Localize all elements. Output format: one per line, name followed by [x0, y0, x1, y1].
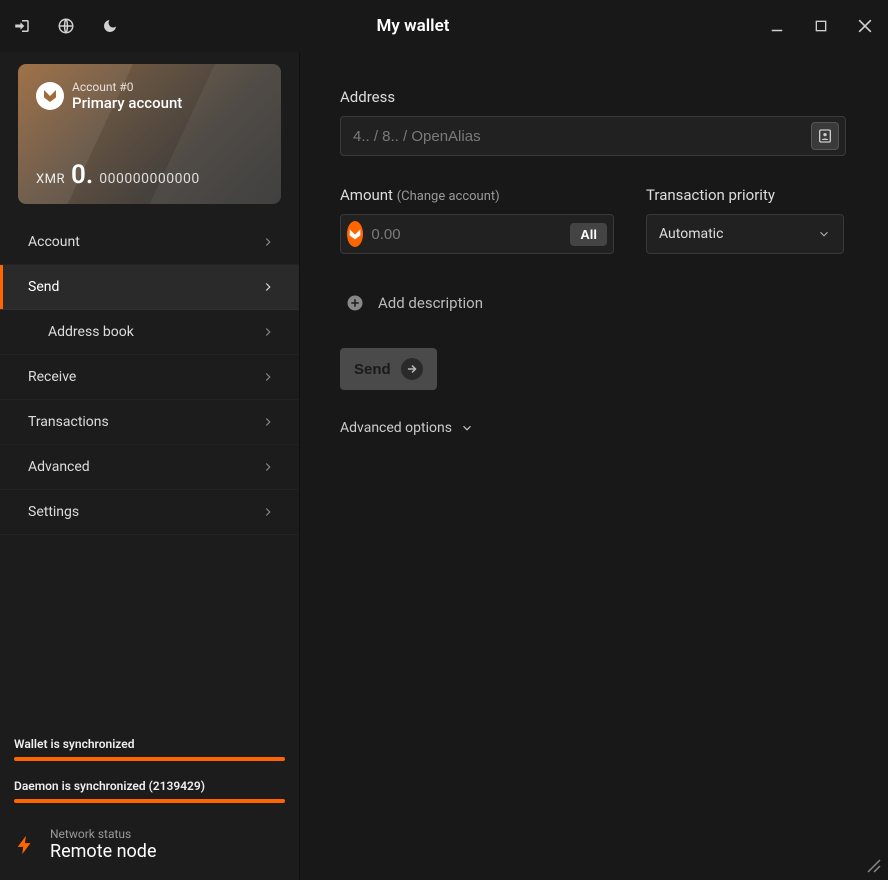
balance-decimals: 000000000000 — [99, 171, 199, 187]
chevron-down-icon — [460, 421, 474, 435]
bolt-icon — [14, 831, 36, 859]
maximize-button[interactable] — [810, 15, 832, 37]
arrow-right-icon — [401, 358, 423, 380]
address-input-row — [340, 116, 846, 156]
balance-integer: 0. — [71, 160, 93, 190]
nav-label: Receive — [28, 369, 76, 385]
plus-circle-icon — [346, 294, 364, 312]
amount-input[interactable] — [371, 226, 570, 243]
account-name: Primary account — [72, 94, 182, 112]
add-description-button[interactable]: Add description — [340, 294, 848, 312]
nav-transactions[interactable]: Transactions — [0, 400, 299, 445]
daemon-sync-bar — [14, 799, 285, 803]
network-status-label: Network status — [50, 827, 157, 841]
close-button[interactable] — [854, 15, 876, 37]
priority-value: Automatic — [659, 226, 723, 242]
nav-label: Send — [28, 279, 59, 295]
xmr-icon — [347, 221, 363, 247]
chevron-right-icon — [261, 460, 275, 474]
account-card[interactable]: Account #0 Primary account XMR 0. 000000… — [18, 64, 281, 204]
sidebar-nav: Account Send Address book Receive Transa… — [0, 220, 299, 535]
address-label: Address — [340, 88, 848, 106]
resize-handle-icon[interactable] — [866, 858, 882, 874]
chevron-right-icon — [261, 280, 275, 294]
chevron-right-icon — [261, 325, 275, 339]
network-status-value: Remote node — [50, 841, 157, 862]
daemon-sync-label: Daemon is synchronized (2139429) — [14, 779, 285, 793]
network-status[interactable]: Network status Remote node — [0, 821, 299, 880]
change-account-link[interactable]: (Change account) — [397, 189, 500, 204]
contact-icon — [817, 128, 833, 144]
address-book-button[interactable] — [811, 122, 839, 150]
nav-label: Advanced — [28, 459, 90, 475]
chevron-right-icon — [261, 235, 275, 249]
add-description-label: Add description — [378, 294, 483, 312]
nav-address-book[interactable]: Address book — [0, 310, 299, 355]
balance: XMR 0. 000000000000 — [36, 160, 200, 190]
chevron-right-icon — [261, 415, 275, 429]
balance-currency: XMR — [36, 172, 65, 187]
nav-label: Settings — [28, 504, 79, 520]
advanced-options-toggle[interactable]: Advanced options — [340, 420, 848, 436]
amount-all-button[interactable]: All — [570, 223, 607, 246]
sidebar: Account #0 Primary account XMR 0. 000000… — [0, 52, 300, 880]
chevron-right-icon — [261, 370, 275, 384]
send-button[interactable]: Send — [340, 348, 437, 390]
account-number: Account #0 — [72, 80, 182, 94]
priority-select[interactable]: Automatic — [646, 214, 844, 254]
nav-account[interactable]: Account — [0, 220, 299, 265]
nav-label: Transactions — [28, 414, 109, 430]
chevron-down-icon — [817, 227, 831, 241]
send-button-label: Send — [354, 361, 391, 378]
sync-status: Wallet is synchronized Daemon is synchro… — [0, 727, 299, 821]
wallet-sync-label: Wallet is synchronized — [14, 737, 285, 751]
nav-send[interactable]: Send — [0, 265, 299, 310]
address-input[interactable] — [353, 128, 811, 145]
wallet-sync-bar — [14, 757, 285, 761]
window-title: My wallet — [60, 16, 766, 36]
priority-label: Transaction priority — [646, 186, 844, 204]
main-panel: Address Amount (Change account) All — [300, 52, 888, 880]
monero-logo-icon — [36, 82, 64, 110]
nav-label: Address book — [48, 324, 134, 340]
logout-icon[interactable] — [12, 16, 32, 36]
nav-advanced[interactable]: Advanced — [0, 445, 299, 490]
advanced-options-label: Advanced options — [340, 420, 452, 436]
nav-label: Account — [28, 234, 80, 250]
chevron-right-icon — [261, 505, 275, 519]
amount-label: Amount (Change account) — [340, 186, 614, 204]
minimize-button[interactable] — [766, 15, 788, 37]
nav-receive[interactable]: Receive — [0, 355, 299, 400]
amount-input-row: All — [340, 214, 614, 254]
nav-settings[interactable]: Settings — [0, 490, 299, 535]
titlebar: My wallet — [0, 0, 888, 52]
window-controls — [766, 15, 876, 37]
